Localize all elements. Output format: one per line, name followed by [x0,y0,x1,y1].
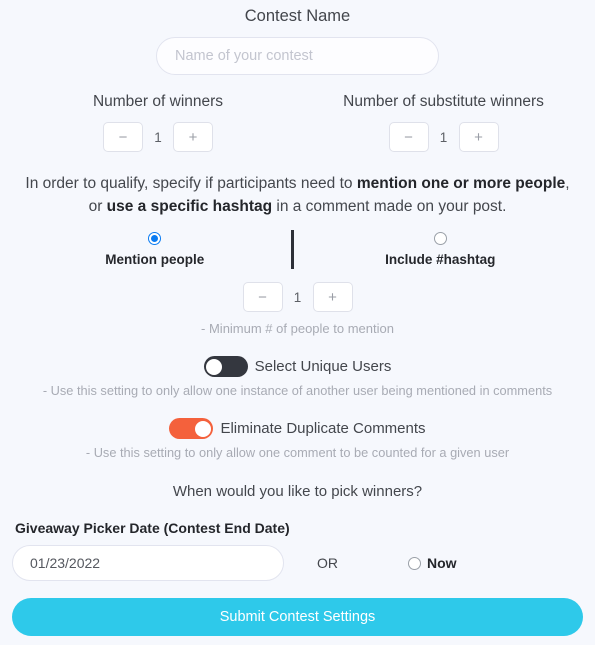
winners-stepper: − 1 + [12,122,304,152]
qualify-text-part3: in a comment made on your post. [272,198,507,215]
duplicate-comments-label: Eliminate Duplicate Comments [220,420,426,437]
now-option[interactable]: Now [408,555,457,571]
winners-increment-button[interactable]: + [173,122,213,152]
substitute-winners-decrement-button[interactable]: − [388,122,429,152]
or-separator-label: OR [317,555,338,571]
choice-mention-people[interactable]: Mention people [12,230,298,267]
unique-users-block: Select Unique Users - Use this setting t… [12,356,583,399]
contest-settings-form: Contest Name Number of winners − 1 + Num… [0,0,595,645]
contest-name-input[interactable] [156,37,439,75]
giveaway-date-row: OR Now [12,545,583,581]
qualify-bold-hashtag: use a specific hashtag [106,198,273,215]
winners-column: Number of winners − 1 + [12,92,304,152]
unique-users-toggle[interactable] [203,356,248,377]
mention-count-stepper: − 1 + [12,282,583,312]
winners-title: Number of winners [92,93,224,110]
now-label: Now [427,555,457,571]
substitute-winners-title: Number of substitute winners [343,93,544,110]
contest-name-label: Contest Name [244,7,351,25]
radio-now[interactable] [408,556,421,570]
mention-count-decrement-button[interactable]: − [242,282,283,312]
giveaway-date-label: Giveaway Picker Date (Contest End Date) [15,520,290,536]
choice-include-hashtag[interactable]: Include #hashtag [298,230,584,267]
giveaway-date-input[interactable] [12,545,284,581]
qualify-choices: Mention people Include #hashtag [12,230,584,269]
duplicate-comments-toggle[interactable] [169,418,214,439]
mention-count-increment-button[interactable]: + [312,282,353,312]
duplicate-comments-hint: - Use this setting to only allow one com… [85,445,510,460]
choices-divider [291,230,294,269]
substitute-winners-value: 1 [439,129,448,145]
qualify-bold-mention: mention one or more people [356,175,566,192]
qualify-instructions: In order to qualify, specify if particip… [12,172,583,218]
substitute-winners-increment-button[interactable]: + [458,122,499,152]
radio-mention-people[interactable] [148,232,162,246]
unique-users-label: Select Unique Users [254,358,392,375]
choice-include-hashtag-label: Include #hashtag [385,252,496,267]
mention-count-value: 1 [293,289,302,305]
winners-row: Number of winners − 1 + Number of substi… [12,92,583,152]
substitute-winners-column: Number of substitute winners − 1 + [304,92,583,152]
duplicate-comments-row: Eliminate Duplicate Comments [12,418,583,439]
substitute-winners-stepper: − 1 + [304,122,583,152]
qualify-text-part1: In order to qualify, specify if particip… [25,175,357,192]
unique-users-toggle-knob [206,358,223,375]
choice-mention-people-label: Mention people [105,252,205,267]
winners-value: 1 [154,129,162,145]
winners-decrement-button[interactable]: − [103,122,143,152]
duplicate-comments-block: Eliminate Duplicate Comments - Use this … [12,418,583,461]
unique-users-row: Select Unique Users [12,356,583,377]
duplicate-comments-toggle-knob [194,420,211,437]
pick-winners-question: When would you like to pick winners? [172,483,423,500]
unique-users-hint: - Use this setting to only allow one ins… [42,383,553,398]
mention-count-hint: - Minimum # of people to mention [201,321,394,336]
mention-count-block: − 1 + - Minimum # of people to mention [12,282,583,337]
radio-include-hashtag[interactable] [433,232,447,246]
submit-contest-settings-button[interactable]: Submit Contest Settings [12,598,583,636]
